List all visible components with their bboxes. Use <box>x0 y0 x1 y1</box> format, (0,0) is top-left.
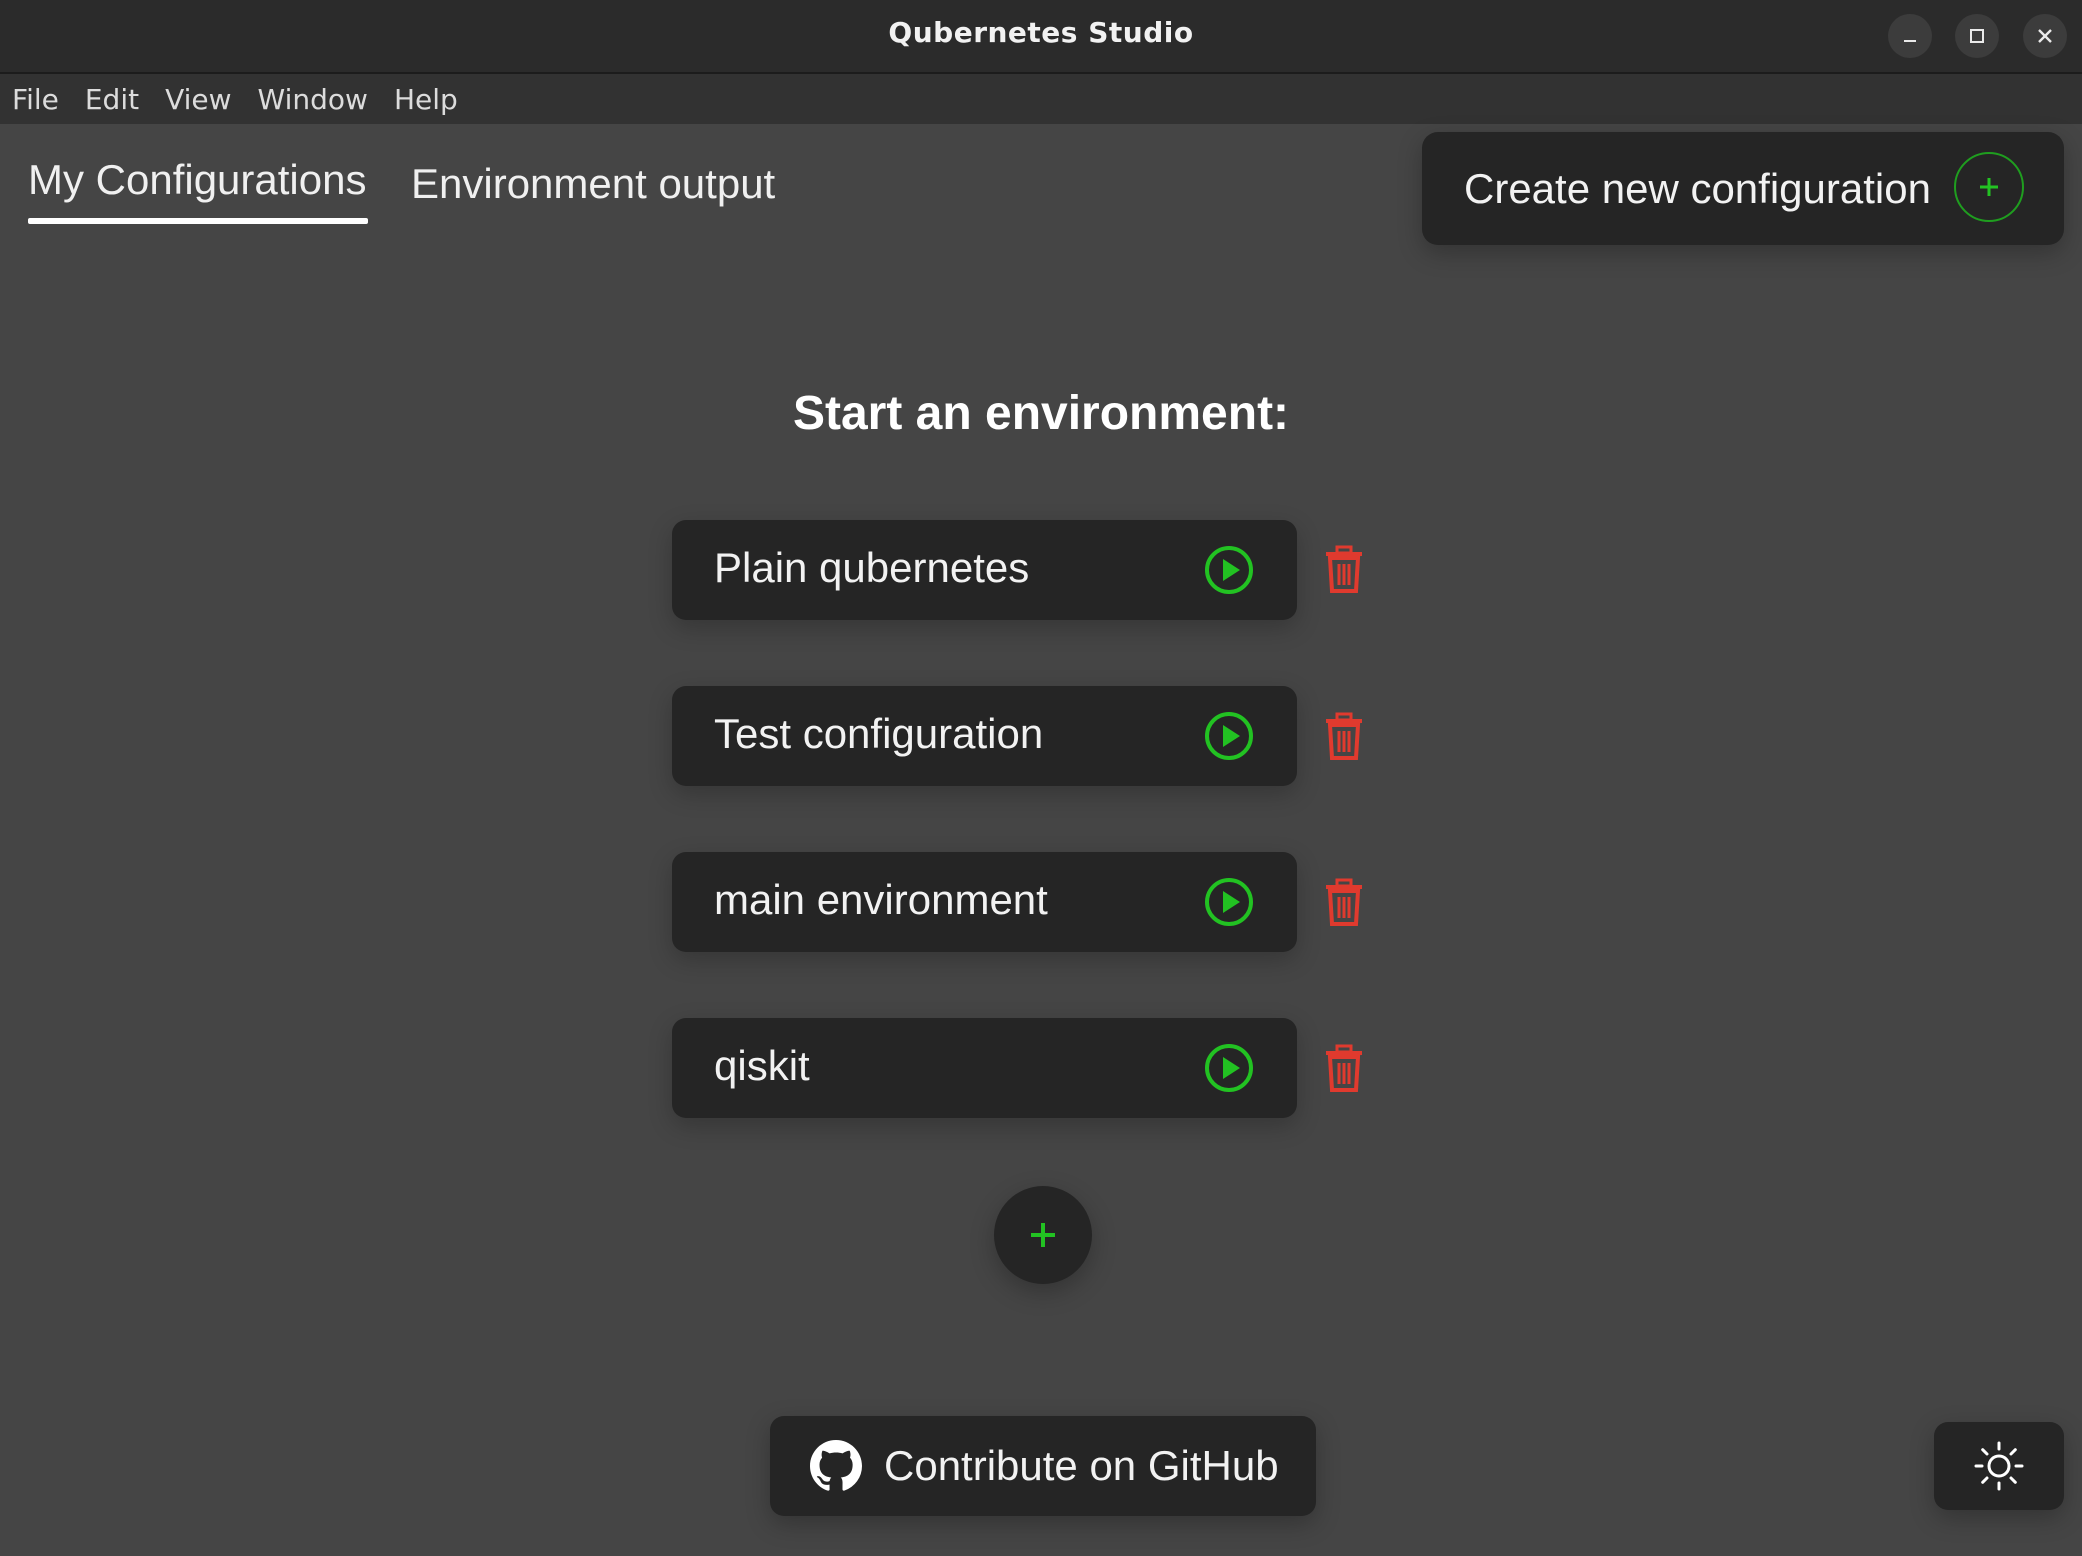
maximize-icon <box>1970 29 1984 43</box>
create-configuration-label: Create new configuration <box>1464 164 1931 212</box>
tab-environment-output[interactable]: Environment output <box>411 160 775 208</box>
plus-icon <box>1954 152 2024 222</box>
configuration-card[interactable]: Test configuration <box>672 686 1297 786</box>
menu-bar: File Edit View Window Help <box>0 74 2082 124</box>
active-tab-indicator <box>28 218 368 224</box>
close-icon <box>2038 29 2052 43</box>
plus-icon <box>1031 1223 1055 1247</box>
sun-icon <box>1974 1441 2024 1491</box>
github-icon <box>810 1440 862 1491</box>
maximize-button[interactable] <box>1955 14 1999 58</box>
play-icon[interactable] <box>1203 710 1255 762</box>
minimize-button[interactable] <box>1888 14 1932 58</box>
tab-my-configurations[interactable]: My Configurations <box>28 156 366 204</box>
configuration-name: qiskit <box>714 1042 810 1089</box>
delete-icon[interactable] <box>1322 712 1366 762</box>
delete-icon[interactable] <box>1322 545 1366 595</box>
theme-toggle-button[interactable] <box>1934 1422 2064 1510</box>
app-window: Qubernetes Studio File Edit View Window … <box>0 0 2082 1556</box>
page-heading: Start an environment: <box>792 387 1290 440</box>
delete-icon[interactable] <box>1322 1044 1366 1094</box>
play-icon[interactable] <box>1203 876 1255 928</box>
configuration-card[interactable]: main environment <box>672 852 1297 952</box>
minimize-icon <box>1904 40 1916 42</box>
play-icon[interactable] <box>1203 1042 1255 1094</box>
contribute-github-button[interactable]: Contribute on GitHub <box>770 1416 1316 1516</box>
menu-help[interactable]: Help <box>394 83 458 116</box>
add-configuration-button[interactable] <box>994 1186 1092 1284</box>
create-configuration-button[interactable]: Create new configuration <box>1422 132 2064 245</box>
delete-icon[interactable] <box>1322 878 1366 928</box>
menu-view[interactable]: View <box>165 83 231 116</box>
close-button[interactable] <box>2023 14 2067 58</box>
window-title: Qubernetes Studio <box>888 16 1194 49</box>
menu-edit[interactable]: Edit <box>85 83 139 116</box>
configuration-name: Test configuration <box>714 710 1044 757</box>
configuration-name: Plain qubernetes <box>714 544 1030 591</box>
configuration-name: main environment <box>714 876 1048 923</box>
play-icon[interactable] <box>1203 544 1255 596</box>
github-label: Contribute on GitHub <box>884 1442 1279 1489</box>
configuration-card[interactable]: qiskit <box>672 1018 1297 1118</box>
menu-window[interactable]: Window <box>258 83 368 116</box>
menu-file[interactable]: File <box>12 83 59 116</box>
title-bar: Qubernetes Studio <box>0 0 2082 74</box>
configuration-card[interactable]: Plain qubernetes <box>672 520 1297 620</box>
